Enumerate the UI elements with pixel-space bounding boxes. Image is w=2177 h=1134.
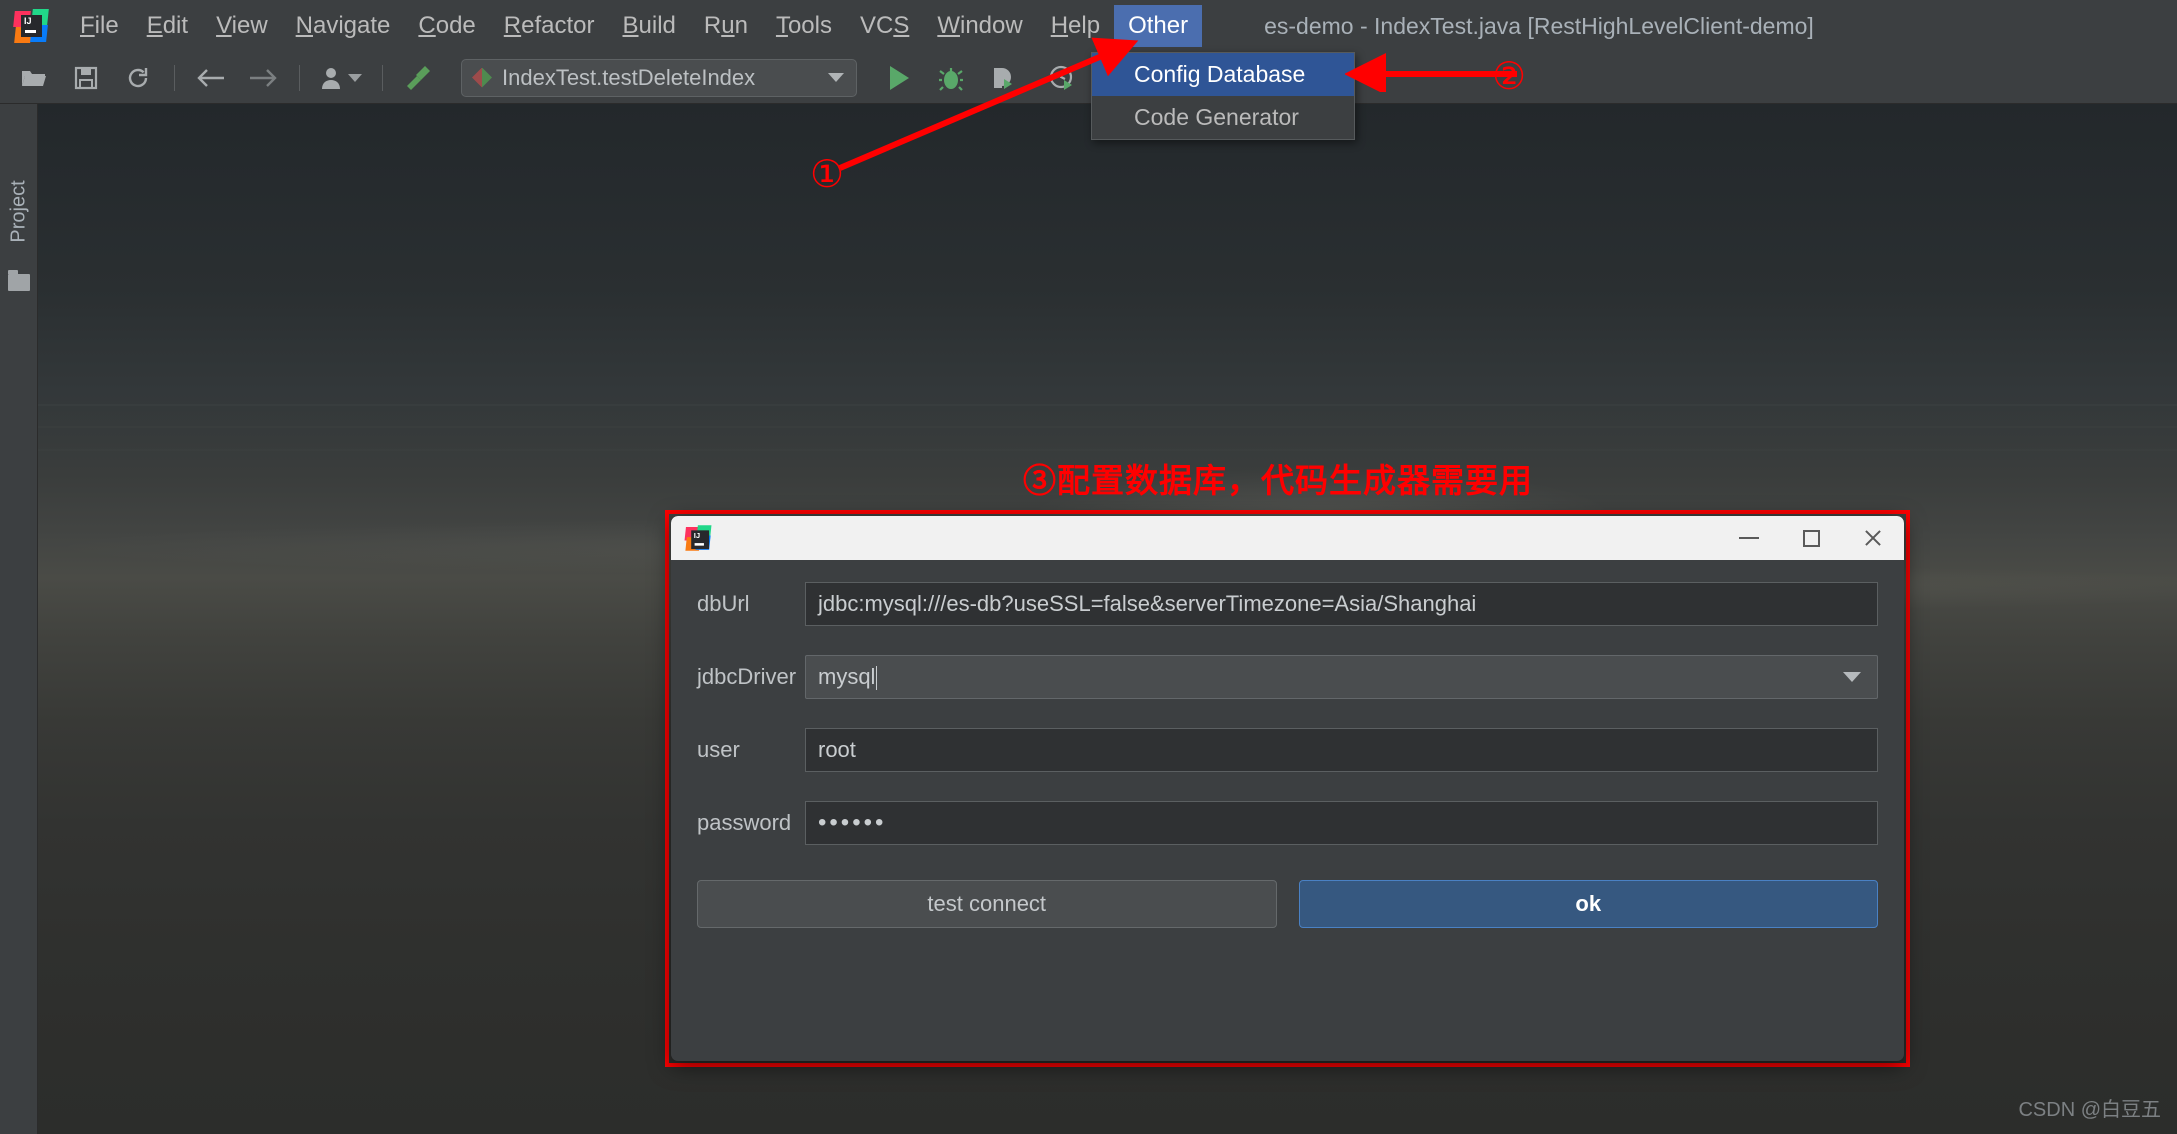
test-connect-button[interactable]: test connect xyxy=(697,880,1277,928)
annotation-arrow-1 xyxy=(838,37,1139,171)
user-value: root xyxy=(818,737,856,762)
password-value: •••••• xyxy=(818,809,887,836)
forward-arrow-icon[interactable] xyxy=(240,58,286,98)
jdbcdriver-select[interactable]: mysql xyxy=(805,655,1878,699)
intellij-idea-icon xyxy=(684,525,712,551)
menu-run[interactable]: Run xyxy=(690,5,762,47)
menu-build[interactable]: Build xyxy=(609,5,690,47)
watermark: CSDN @白豆五 xyxy=(2018,1099,2161,1121)
user-icon[interactable] xyxy=(313,58,369,98)
menu-code[interactable]: Code xyxy=(404,5,489,47)
dburl-label: dbUrl xyxy=(697,591,750,616)
jdbcdriver-label: jdbcDriver xyxy=(697,664,797,689)
dialog-title-bar[interactable] xyxy=(671,516,1904,560)
menu-refactor[interactable]: Refactor xyxy=(490,5,609,47)
password-input[interactable]: •••••• xyxy=(805,801,1878,845)
menu-file[interactable]: File xyxy=(66,5,133,47)
left-tool-strip: Project xyxy=(0,104,38,1134)
field-row-user: user root xyxy=(697,728,1878,772)
chevron-down-icon[interactable] xyxy=(1843,672,1861,682)
field-row-dburl: dbUrl jdbc:mysql:///es-db?useSSL=false&s… xyxy=(697,582,1878,626)
annotation-marker-1: ① xyxy=(810,152,845,196)
menu-edit[interactable]: Edit xyxy=(133,5,202,47)
window-title: es-demo - IndexTest.java [RestHighLevelC… xyxy=(1264,12,1814,39)
sidebar-item-project[interactable]: Project xyxy=(8,169,31,255)
annotation-marker-2: ② xyxy=(1492,54,1527,98)
close-icon[interactable] xyxy=(1842,516,1904,560)
ok-button[interactable]: ok xyxy=(1298,880,1878,928)
toolbar-divider xyxy=(174,64,175,91)
toolbar-divider xyxy=(382,64,383,91)
dburl-input[interactable]: jdbc:mysql:///es-db?useSSL=false&serverT… xyxy=(805,582,1878,626)
build-hammer-icon[interactable] xyxy=(396,58,442,98)
back-arrow-icon[interactable] xyxy=(188,58,234,98)
save-icon[interactable] xyxy=(63,58,109,98)
annotation-note-3: ③配置数据库，代码生成器需要用 xyxy=(1023,462,1533,499)
intellij-window: Project File Edit View Navigate Code Ref… xyxy=(0,0,2177,1134)
chevron-down-icon[interactable] xyxy=(348,73,362,82)
menu-file-rest: ile xyxy=(94,12,119,39)
password-label: password xyxy=(697,810,792,835)
config-database-dialog: dbUrl jdbc:mysql:///es-db?useSSL=false&s… xyxy=(671,516,1904,1061)
folder-icon[interactable] xyxy=(8,270,30,291)
run-config-icon xyxy=(472,68,492,88)
dialog-body: dbUrl jdbc:mysql:///es-db?useSSL=false&s… xyxy=(671,560,1904,1061)
run-configuration-selector[interactable]: IndexTest.testDeleteIndex xyxy=(461,58,857,97)
run-configuration-label: IndexTest.testDeleteIndex xyxy=(502,64,756,90)
field-row-jdbcdriver: jdbcDriver mysql xyxy=(697,655,1878,699)
minimize-icon[interactable] xyxy=(1718,516,1780,560)
open-folder-icon[interactable] xyxy=(11,58,57,98)
user-label: user xyxy=(697,737,740,762)
menu-navigate[interactable]: Navigate xyxy=(282,5,405,47)
toolbar-divider xyxy=(299,64,300,91)
sync-icon[interactable] xyxy=(115,58,161,98)
intellij-idea-icon xyxy=(13,9,49,43)
maximize-icon[interactable] xyxy=(1780,516,1842,560)
jdbcdriver-value: mysql xyxy=(818,663,876,689)
field-row-password: password •••••• xyxy=(697,801,1878,845)
user-input[interactable]: root xyxy=(805,728,1878,772)
dburl-value: jdbc:mysql:///es-db?useSSL=false&serverT… xyxy=(818,591,1477,616)
dialog-button-row: test connect ok xyxy=(697,880,1878,928)
menu-view[interactable]: View xyxy=(202,5,282,47)
